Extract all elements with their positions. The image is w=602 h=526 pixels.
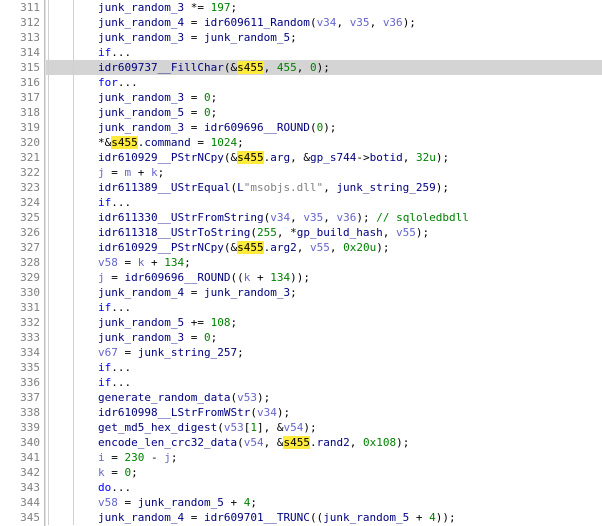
line-number: 312 [0, 15, 40, 30]
code-line[interactable]: junk_random_3 = 0; [46, 90, 602, 105]
line-number: 338 [0, 405, 40, 420]
line-number: 339 [0, 420, 40, 435]
code-line[interactable]: junk_random_5 = 0; [46, 105, 602, 120]
line-number: 342 [0, 465, 40, 480]
line-number: 330 [0, 285, 40, 300]
code-line[interactable]: junk_random_4 = idr609611_Random(v34, v3… [46, 15, 602, 30]
code-line[interactable]: if... [46, 195, 602, 210]
code-line[interactable]: k = 0; [46, 465, 602, 480]
code-line[interactable]: junk_random_3 = idr609696__ROUND(0); [46, 120, 602, 135]
code-line[interactable]: get_md5_hex_digest(v53[1], &v54); [46, 420, 602, 435]
line-number: 337 [0, 390, 40, 405]
code-line[interactable]: j = m + k; [46, 165, 602, 180]
code-line[interactable]: idr609737__FillChar(&s455, 455, 0); [46, 60, 602, 75]
line-number: 344 [0, 495, 40, 510]
line-number: 341 [0, 450, 40, 465]
line-number: 336 [0, 375, 40, 390]
line-number: 328 [0, 255, 40, 270]
line-number: 335 [0, 360, 40, 375]
code-line[interactable]: generate_random_data(v53); [46, 390, 602, 405]
code-line[interactable]: idr610929__PStrNCpy(&s455.arg2, v55, 0x2… [46, 240, 602, 255]
code-line[interactable]: idr610929__PStrNCpy(&s455.arg, &gp_s744-… [46, 150, 602, 165]
code-line[interactable]: j = idr609696__ROUND((k + 134)); [46, 270, 602, 285]
line-number: 333 [0, 330, 40, 345]
code-line[interactable]: if... [46, 300, 602, 315]
line-number: 324 [0, 195, 40, 210]
line-number: 345 [0, 510, 40, 525]
line-number: 325 [0, 210, 40, 225]
code-line[interactable]: v58 = k + 134; [46, 255, 602, 270]
code-line[interactable]: if... [46, 375, 602, 390]
line-number: 317 [0, 90, 40, 105]
line-number: 322 [0, 165, 40, 180]
line-number: 329 [0, 270, 40, 285]
code-line[interactable]: v58 = junk_random_5 + 4; [46, 495, 602, 510]
code-line[interactable]: idr611318__UStrToString(255, *gp_build_h… [46, 225, 602, 240]
line-number: 323 [0, 180, 40, 195]
code-line[interactable]: junk_random_3 = 0; [46, 330, 602, 345]
line-number: 319 [0, 120, 40, 135]
code-area[interactable]: junk_random_3 *= 197;junk_random_4 = idr… [45, 0, 602, 526]
line-number: 327 [0, 240, 40, 255]
line-number: 318 [0, 105, 40, 120]
code-line[interactable]: junk_random_5 += 108; [46, 315, 602, 330]
line-number: 313 [0, 30, 40, 45]
line-number: 331 [0, 300, 40, 315]
line-number: 321 [0, 150, 40, 165]
line-number: 315 [0, 60, 40, 75]
line-number: 311 [0, 0, 40, 15]
code-line[interactable]: if... [46, 360, 602, 375]
code-editor[interactable]: 3113123133143153163173183193203213223233… [0, 0, 602, 526]
line-number: 334 [0, 345, 40, 360]
code-line[interactable]: junk_random_3 *= 197; [46, 0, 602, 15]
code-line[interactable]: i = 230 - j; [46, 450, 602, 465]
line-number: 340 [0, 435, 40, 450]
line-number: 314 [0, 45, 40, 60]
code-line[interactable]: junk_random_4 = junk_random_3; [46, 285, 602, 300]
line-number: 316 [0, 75, 40, 90]
code-line[interactable]: do... [46, 480, 602, 495]
line-number: 343 [0, 480, 40, 495]
code-line[interactable]: encode_len_crc32_data(v54, &s455.rand2, … [46, 435, 602, 450]
line-number: 332 [0, 315, 40, 330]
line-number: 320 [0, 135, 40, 150]
code-line[interactable]: idr610998__LStrFromWStr(v34); [46, 405, 602, 420]
code-line[interactable]: junk_random_3 = junk_random_5; [46, 30, 602, 45]
code-line[interactable]: idr611330__UStrFromString(v34, v35, v36)… [46, 210, 602, 225]
code-line[interactable]: if... [46, 45, 602, 60]
code-line[interactable]: *&s455.command = 1024; [46, 135, 602, 150]
code-line[interactable]: v67 = junk_string_257; [46, 345, 602, 360]
code-line[interactable]: idr611389__UStrEqual(L"msobjs.dll", junk… [46, 180, 602, 195]
line-number: 326 [0, 225, 40, 240]
code-line[interactable]: for... [46, 75, 602, 90]
line-number-gutter: 3113123133143153163173183193203213223233… [0, 0, 45, 526]
code-line[interactable]: junk_random_4 = idr609701__TRUNC((junk_r… [46, 510, 602, 525]
